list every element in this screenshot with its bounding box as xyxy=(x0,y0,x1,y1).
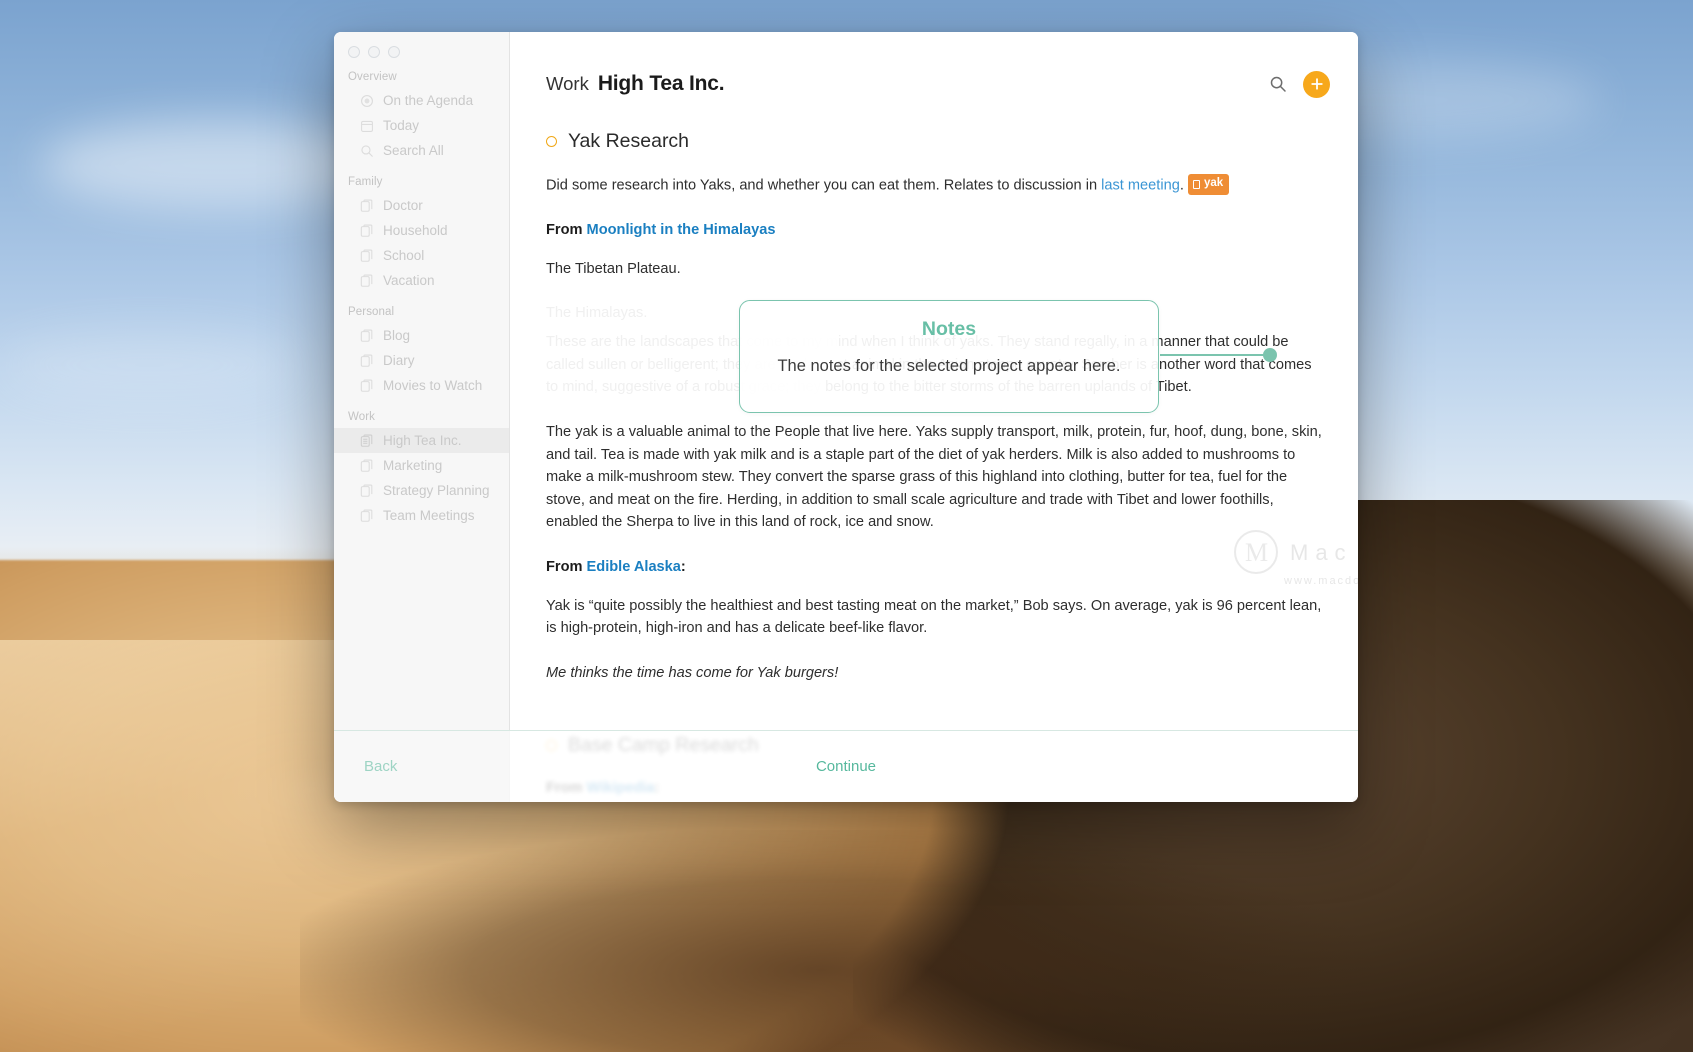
close-button[interactable] xyxy=(348,46,360,58)
main-content: Work High Tea Inc. Yak Research Did some… xyxy=(510,32,1358,802)
sidebar-item-vacation[interactable]: Vacation xyxy=(334,268,509,293)
project-icon xyxy=(360,484,374,498)
sidebar-item-label: Blog xyxy=(383,328,411,343)
task-title: Yak Research xyxy=(568,130,690,152)
sidebar-item-team-meetings[interactable]: Team Meetings xyxy=(334,503,509,528)
cloud xyxy=(0,330,300,400)
task-status-circle-icon[interactable] xyxy=(546,135,557,147)
minimize-button[interactable] xyxy=(368,46,380,58)
document-body: Yak Research Did some research into Yaks… xyxy=(510,106,1358,802)
paragraph-yak-valuable: The yak is a valuable animal to the Peop… xyxy=(546,423,1322,531)
project-icon xyxy=(360,199,374,213)
breadcrumb-context: Work xyxy=(546,73,589,94)
tag-label: yak xyxy=(1203,177,1224,190)
coachmark-body: The notes for the selected project appea… xyxy=(777,357,1121,375)
sidebar-item-blog[interactable]: Blog xyxy=(334,323,509,348)
last-meeting-link[interactable]: last meeting xyxy=(1101,178,1180,194)
paragraph-yak-burgers: Me thinks the time has come for Yak burg… xyxy=(546,664,839,681)
task-intro-paragraph: Did some research into Yaks, and whether… xyxy=(546,174,1322,197)
sidebar-section-header: Personal xyxy=(348,306,395,318)
source-line-2: From Edible Alaska: xyxy=(546,556,1322,579)
project-icon xyxy=(360,434,374,448)
coachmark-title: Notes xyxy=(921,318,977,340)
dune-shadow xyxy=(300,830,1693,1052)
sidebar-item-label: Today xyxy=(383,118,420,133)
paragraph-edible-alaska-quote: Yak is “quite possibly the healthiest an… xyxy=(546,597,1322,637)
sidebar: Overview On the Agenda Today Search All Fami… xyxy=(334,32,510,802)
sidebar-item-marketing[interactable]: Marketing xyxy=(334,453,509,478)
sidebar-section-header: Work xyxy=(348,411,376,423)
task-heading[interactable]: Yak Research xyxy=(546,126,1322,156)
desktop-background: Overview On the Agenda Today Search All Fami… xyxy=(0,0,1693,1052)
tag-icon xyxy=(1192,179,1200,189)
sidebar-item-today[interactable]: Today xyxy=(334,113,509,138)
sidebar-item-label: Marketing xyxy=(383,458,443,473)
sidebar-item-search-all[interactable]: Search All xyxy=(334,138,509,163)
from-prefix: From xyxy=(546,222,587,239)
sidebar-item-label: Team Meetings xyxy=(383,508,475,523)
source-link-moonlight[interactable]: Moonlight in the Himalayas xyxy=(587,222,776,238)
footer-bar: Continue xyxy=(510,730,1358,802)
project-icon xyxy=(360,509,374,523)
sidebar-item-label: Strategy Planning xyxy=(383,483,490,498)
intro-text-a: Did some research into Yaks, and whether… xyxy=(546,177,1102,194)
sidebar-item-diary[interactable]: Diary xyxy=(334,348,509,373)
sidebar-item-label: Vacation xyxy=(383,273,435,288)
sidebar-item-label: Search All xyxy=(383,143,444,158)
zoom-button[interactable] xyxy=(388,46,400,58)
source-line-1: From Moonlight in the Himalayas xyxy=(546,219,1322,242)
app-window: Overview On the Agenda Today Search All Fami… xyxy=(334,32,1358,802)
sidebar-item-school[interactable]: School xyxy=(334,243,509,268)
project-icon xyxy=(360,249,374,263)
window-body: Overview On the Agenda Today Search All Fami… xyxy=(334,32,1358,802)
project-icon xyxy=(360,329,374,343)
project-icon xyxy=(360,354,374,368)
project-icon xyxy=(360,224,374,238)
coachmark-popover: Notes The notes for the selected project… xyxy=(739,300,1159,413)
sidebar-item-household[interactable]: Household xyxy=(334,218,509,243)
breadcrumb: Work High Tea Inc. xyxy=(546,72,1265,96)
coachmark-connector-line xyxy=(1160,354,1270,356)
sidebar-item-label: On the Agenda xyxy=(383,93,474,108)
project-icon xyxy=(360,274,374,288)
page-title: High Tea Inc. xyxy=(597,72,725,95)
sidebar-item-label: Doctor xyxy=(383,198,423,213)
sidebar-section-header: Overview xyxy=(348,71,397,83)
from-suffix: : xyxy=(680,558,686,575)
project-icon xyxy=(360,459,374,473)
search-icon[interactable] xyxy=(1265,71,1291,97)
sidebar-item-label: Diary xyxy=(383,353,415,368)
sidebar-section-header: Family xyxy=(348,176,383,188)
continue-button[interactable]: Continue xyxy=(510,758,1358,775)
coachmark-anchor-dot xyxy=(1263,348,1277,362)
calendar-icon xyxy=(360,119,374,133)
sidebar-item-movies-to-watch[interactable]: Movies to Watch xyxy=(334,373,509,398)
main-header: Work High Tea Inc. xyxy=(510,32,1358,106)
sidebar-item-label: School xyxy=(383,248,425,263)
from-prefix: From xyxy=(546,558,587,575)
add-button[interactable] xyxy=(1303,70,1330,98)
sidebar-sections: Overview On the Agenda Today Search All Fami… xyxy=(334,58,509,528)
sidebar-item-high-tea-inc[interactable]: High Tea Inc. xyxy=(334,428,509,453)
sidebar-item-label: Household xyxy=(383,223,448,238)
search-icon xyxy=(360,144,374,158)
paragraph-tibetan-plateau: The Tibetan Plateau. xyxy=(546,260,681,277)
project-icon xyxy=(360,379,374,393)
agenda-icon xyxy=(360,94,374,108)
footer-back-area: Back xyxy=(334,730,510,802)
source-link-edible-alaska[interactable]: Edible Alaska xyxy=(587,559,681,575)
sidebar-item-doctor[interactable]: Doctor xyxy=(334,193,509,218)
sidebar-item-label: High Tea Inc. xyxy=(383,433,462,448)
window-traffic-lights xyxy=(334,43,509,58)
sidebar-item-strategy-planning[interactable]: Strategy Planning xyxy=(334,478,509,503)
sidebar-item-label: Movies to Watch xyxy=(383,378,483,393)
sidebar-item-on-the-agenda[interactable]: On the Agenda xyxy=(334,88,509,113)
status-badge[interactable]: yak xyxy=(1187,174,1230,196)
intro-text-b: . xyxy=(1179,177,1184,194)
back-button[interactable]: Back xyxy=(334,758,397,775)
